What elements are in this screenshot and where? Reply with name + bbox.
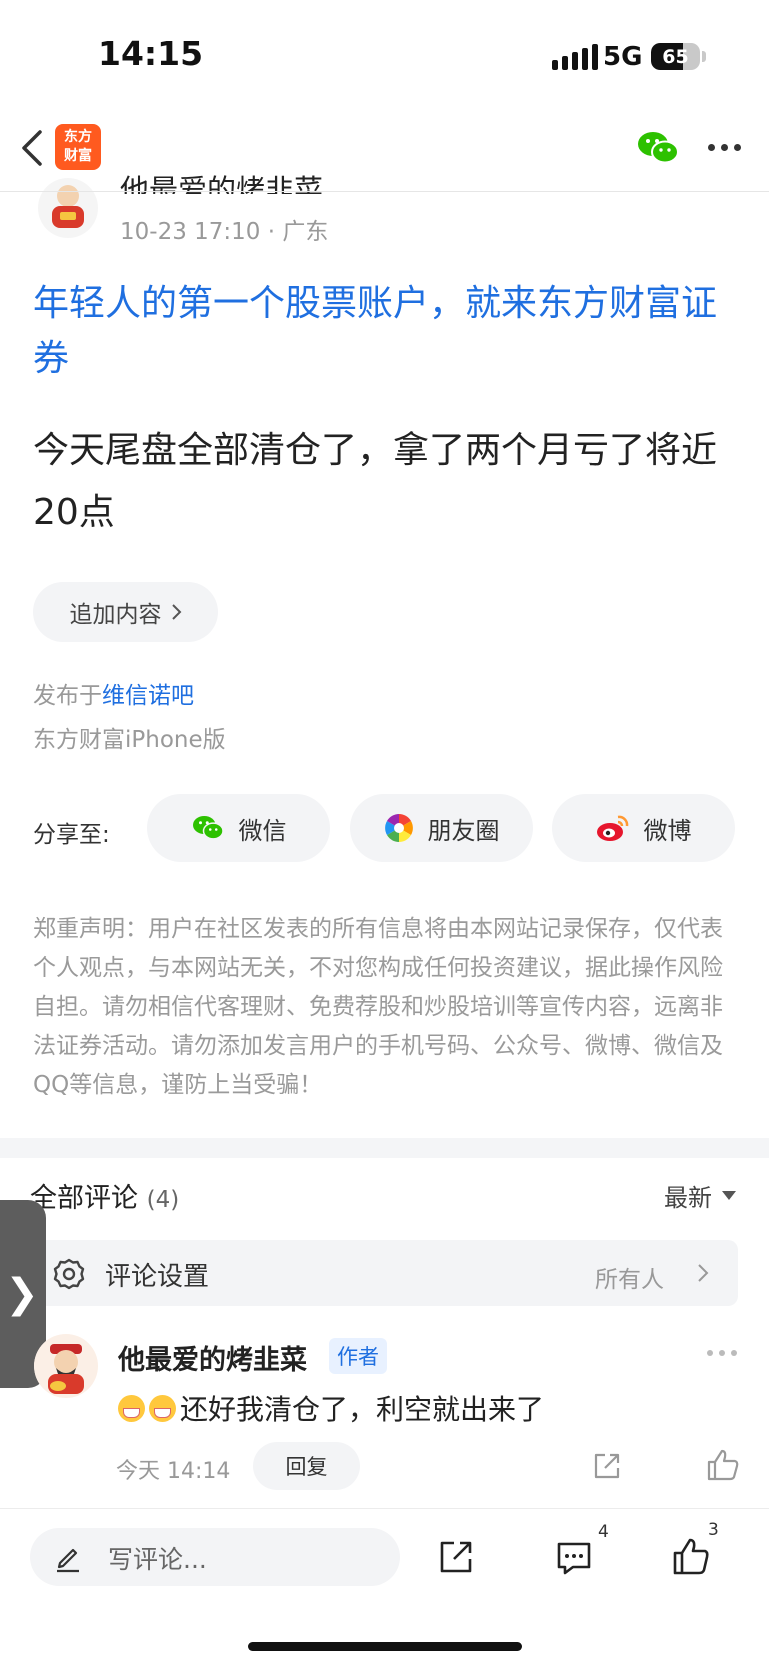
grin-emoji-icon: [149, 1394, 176, 1422]
thumbs-up-icon: [673, 1538, 709, 1575]
dot-icon: [734, 144, 741, 151]
author-avatar[interactable]: [34, 178, 102, 238]
home-indicator: [248, 1642, 522, 1651]
comment-settings-value: 所有人: [595, 1267, 664, 1293]
comment-like-button[interactable]: [706, 1448, 740, 1482]
bottom-bar-divider: [0, 1508, 769, 1509]
moments-icon: [384, 814, 413, 842]
share-weibo-label: 微博: [643, 816, 692, 845]
app-logo[interactable]: 东方 财富: [55, 124, 101, 170]
share-icon: [440, 1541, 472, 1573]
wechat-icon: [638, 132, 679, 164]
wechat-share-button[interactable]: [636, 128, 680, 168]
avatar-icon: [34, 1334, 98, 1398]
logo-line-1: 东方: [64, 129, 92, 145]
battery-icon: 65: [651, 43, 700, 70]
client-source: 东方财富iPhone版: [33, 727, 226, 753]
grin-emoji-icon: [118, 1394, 145, 1422]
post-meta: 10-23 17:10 · 广东: [120, 219, 329, 245]
section-divider: [0, 1138, 769, 1158]
comment-settings-label: 评论设置: [105, 1262, 210, 1292]
wechat-icon: [192, 816, 224, 840]
share-label: 分享至:: [33, 822, 110, 848]
back-button[interactable]: [14, 126, 54, 170]
sort-dropdown[interactable]: 最新: [664, 1178, 736, 1213]
thumbs-up-icon: [707, 1449, 739, 1481]
write-comment-input[interactable]: [30, 1528, 400, 1586]
comment-more-button[interactable]: [707, 1350, 737, 1356]
comment-time: 今天 14:14: [116, 1459, 231, 1484]
comment-avatar[interactable]: [34, 1334, 98, 1398]
append-content-button[interactable]: 追加内容: [33, 582, 218, 642]
reply-button[interactable]: 回复: [253, 1442, 360, 1490]
published-in: 发布于维信诺吧: [33, 676, 194, 710]
comments-heading: 全部评论 (4): [30, 1176, 179, 1215]
share-weibo-button[interactable]: 微博: [552, 794, 735, 862]
share-icon: [594, 1453, 620, 1479]
comments-title: 全部评论: [30, 1183, 138, 1214]
sort-label: 最新: [664, 1184, 712, 1212]
comments-count: (4): [146, 1187, 180, 1213]
chevron-right-icon: ❯: [5, 1271, 39, 1317]
comment-count-badge: 4: [598, 1522, 609, 1542]
caret-down-icon: [722, 1191, 736, 1200]
share-moments-label: 朋友圈: [427, 816, 500, 845]
chevron-right-icon: [696, 1262, 710, 1284]
comment-icon: [557, 1542, 591, 1575]
pencil-icon: [52, 1541, 84, 1573]
chevron-right-icon: [171, 604, 181, 620]
dot-icon: [719, 1350, 725, 1356]
chevron-left-icon: [22, 130, 42, 166]
weibo-icon: [596, 815, 628, 841]
share-wechat-label: 微信: [238, 816, 287, 845]
battery-tip: [702, 51, 706, 62]
logo-line-2: 财富: [64, 148, 92, 164]
disclaimer-text: 郑重声明：用户在社区发表的所有信息将由本网站记录保存，仅代表个人观点，与本网站无…: [33, 916, 723, 1098]
avatar-icon: [38, 178, 98, 238]
signal-icon: [552, 44, 598, 70]
nav-divider: [0, 191, 769, 192]
published-prefix: 发布于: [33, 683, 102, 709]
share-wechat-button[interactable]: 微信: [147, 794, 330, 862]
like-count-badge: 3: [708, 1520, 719, 1540]
battery-percent: 65: [662, 45, 689, 68]
comments-button[interactable]: [555, 1539, 593, 1577]
dot-icon: [707, 1350, 713, 1356]
dot-icon: [708, 144, 715, 151]
share-moments-button[interactable]: 朋友圈: [350, 794, 533, 862]
comment-body: 还好我清仓了，利空就出来了: [180, 1393, 545, 1426]
append-content-label: 追加内容: [69, 602, 162, 628]
author-badge: 作者: [329, 1338, 387, 1374]
more-menu-button[interactable]: [708, 144, 741, 151]
comment-share-button[interactable]: [591, 1450, 623, 1482]
dot-icon: [731, 1350, 737, 1356]
dot-icon: [721, 144, 728, 151]
gear-icon: [52, 1257, 86, 1291]
comment-author-name[interactable]: 他最爱的烤韭菜: [118, 1338, 307, 1377]
status-time: 14:15: [98, 34, 204, 73]
like-button[interactable]: [672, 1536, 710, 1576]
write-comment-placeholder: 写评论...: [108, 1545, 207, 1574]
comment-text: 还好我清仓了，利空就出来了: [118, 1388, 544, 1428]
post-title-link[interactable]: 年轻人的第一个股票账户，就来东方财富证券: [33, 276, 738, 386]
post-body: 今天尾盘全部清仓了，拿了两个月亏了将近20点: [33, 430, 718, 533]
share-button[interactable]: [438, 1539, 474, 1575]
forum-link[interactable]: 维信诺吧: [102, 683, 194, 709]
network-type: 5G: [603, 42, 643, 72]
